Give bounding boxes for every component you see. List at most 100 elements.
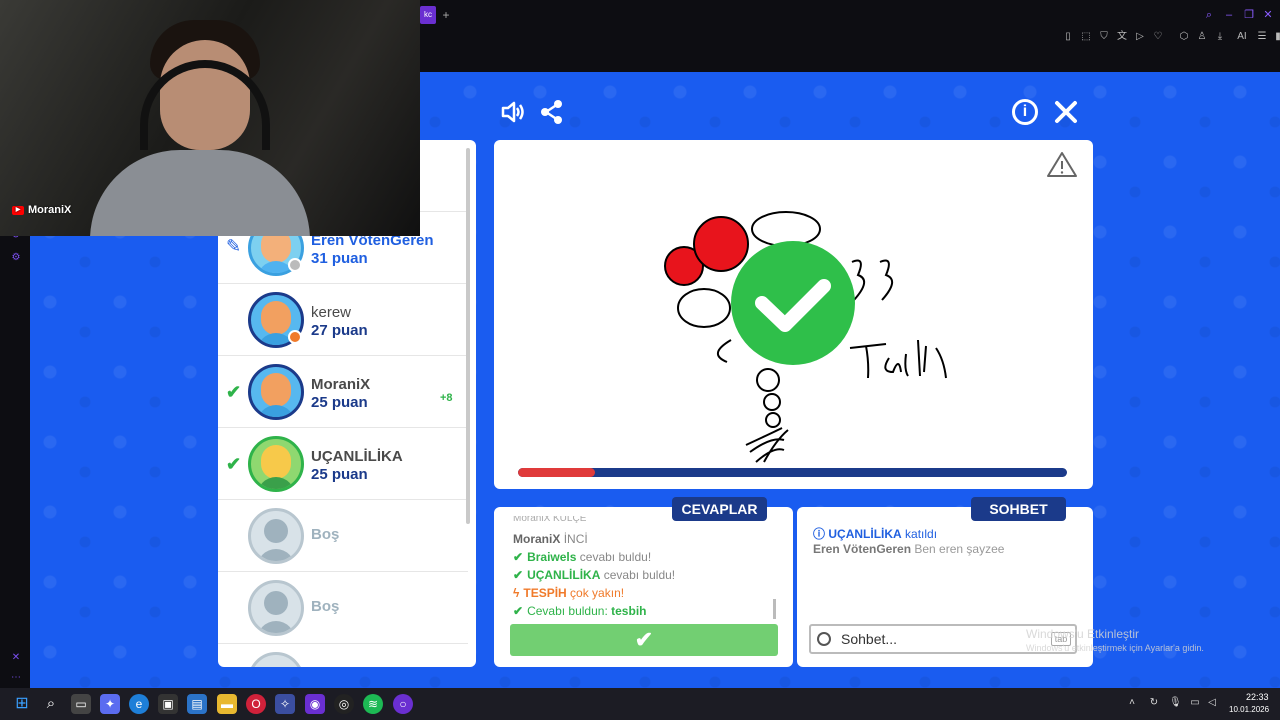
lightning-icon: ϟ [513, 586, 520, 600]
message-text: katıldı [905, 527, 938, 541]
search-icon[interactable]: ⌕ [41, 694, 61, 714]
answer-message-partial: MoraniX KÜLÇE [513, 516, 587, 524]
info-small-icon: ⓘ [813, 527, 826, 541]
share-icon[interactable] [538, 98, 566, 126]
checkmark-icon: ✔ [226, 382, 242, 402]
clock-date: 10.01.2026 [1229, 705, 1270, 714]
message-text: çok yakın! [570, 586, 625, 600]
empty-avatar [248, 508, 304, 564]
answer-message: ✔ UÇANLİLİKA cevabı buldu! [513, 568, 675, 582]
ai-icon[interactable]: AI [1232, 31, 1252, 43]
pencil-icon: ✎ [226, 236, 242, 256]
tab-chat[interactable]: SOHBET [971, 497, 1066, 521]
answer-message: ✔ Cevabı buldun: tesbih [513, 604, 646, 618]
message-text: Cevabı buldun: [527, 604, 608, 618]
network-icon[interactable]: ▭ [1189, 697, 1201, 709]
minimize-icon[interactable]: – [1222, 8, 1236, 22]
status-dot [288, 258, 302, 272]
answer-message: MoraniX İNCİ [513, 532, 588, 546]
microphone-icon[interactable]: 🎙 [1169, 697, 1182, 709]
answer-message: ✔ Braiwels cevabı buldu! [513, 550, 651, 564]
tray-chevron-icon[interactable]: ˄ [1126, 697, 1138, 709]
tab-answers[interactable]: CEVAPLAR [672, 497, 767, 521]
new-tab-button[interactable]: + [440, 6, 452, 24]
player-row[interactable]: ✔ UÇANLİLİKA 25 puan [218, 428, 468, 500]
activation-watermark-title: Windows'u Etkinleştir [1026, 627, 1139, 641]
drawing-canvas[interactable] [494, 140, 1093, 489]
channel-name: MoraniX [28, 204, 72, 216]
spotify-icon[interactable]: ≋ [363, 694, 383, 714]
app-icon[interactable]: ▤ [187, 694, 207, 714]
player-row-partial [218, 644, 468, 667]
shield-icon[interactable]: ⛉ [1098, 31, 1110, 43]
opera-gx-icon[interactable]: O [246, 694, 266, 714]
info-icon[interactable]: i [1012, 99, 1038, 125]
player-row[interactable]: kerew 27 puan [218, 284, 468, 356]
app-icon-3[interactable]: ○ [393, 694, 413, 714]
sidebar-toggle-icon[interactable]: ▮ [1272, 31, 1280, 43]
settings-gear-icon[interactable]: ⚙ [10, 252, 22, 264]
player-name: MoraniX [311, 376, 371, 393]
answers-scrollbar[interactable] [773, 599, 776, 619]
drawing-strokes [664, 152, 1077, 463]
play-icon[interactable]: ▷ [1134, 31, 1146, 43]
file-explorer-icon[interactable]: ▬ [217, 694, 237, 714]
task-view-icon[interactable]: ▭ [71, 694, 91, 714]
message-sender: MoraniX [513, 532, 561, 546]
screenshot-icon[interactable]: ⬚ [1080, 31, 1092, 43]
close-game-icon[interactable] [1052, 98, 1080, 126]
timer-progress-bar [518, 468, 1067, 477]
extensions-icon[interactable]: ⬡ [1178, 31, 1190, 43]
message-sender: Braiwels [527, 550, 577, 564]
chat-bubble-icon [817, 632, 831, 646]
account-icon[interactable]: ♙ [1196, 31, 1208, 43]
answer-message: ϟ TESPİH çok yakın! [513, 586, 624, 600]
player-row-empty: Boş [218, 572, 468, 644]
report-warning-icon[interactable] [1048, 150, 1076, 178]
player-row[interactable]: ✔ MoraniX 25 puan +8 [218, 356, 468, 428]
checkmark-icon: ✔ [513, 604, 524, 618]
discord-icon[interactable]: ◉ [305, 694, 325, 714]
player-row-empty: Boş [218, 500, 468, 572]
empty-avatar [248, 652, 304, 667]
message-text: cevabı buldu! [579, 550, 652, 564]
translate-icon[interactable]: 文 [1116, 31, 1128, 43]
volume-icon[interactable]: ◁ [1206, 697, 1218, 709]
player-list-scrollbar[interactable] [466, 148, 470, 524]
browser-tab[interactable]: kc [420, 6, 436, 24]
webcam-channel-label: ▶ MoraniX [12, 204, 71, 216]
close-window-icon[interactable]: ✕ [1261, 8, 1275, 22]
player-score: 25 puan [311, 394, 368, 411]
youtube-icon: ▶ [12, 205, 24, 215]
download-icon[interactable]: ⤓ [1214, 31, 1226, 43]
bookmark-icon[interactable]: ▯ [1062, 31, 1074, 43]
activation-watermark-subtitle: Windows'u etkinleştirmek için Ayarlar'a … [1026, 643, 1204, 653]
heart-icon[interactable]: ♡ [1152, 31, 1164, 43]
gx-icon[interactable]: ✕ [10, 652, 22, 664]
obs-icon[interactable]: ◎ [334, 694, 354, 714]
copilot-icon[interactable]: ✦ [100, 694, 120, 714]
player-name: kerew [311, 304, 352, 321]
tray-sync-icon[interactable]: ↻ [1148, 697, 1160, 709]
player-score: 27 puan [311, 322, 368, 339]
checkmark-icon: ✔ [226, 454, 242, 474]
avatar [248, 364, 304, 420]
answer-input-solved[interactable]: ✔ [510, 624, 778, 656]
message-sender: Eren VötenGeren [813, 542, 912, 556]
maximize-icon[interactable]: ❐ [1242, 8, 1256, 22]
message-sender: UÇANLİLİKA [828, 527, 902, 541]
sound-icon[interactable] [498, 98, 526, 126]
checkmark-icon: ✔ [513, 568, 524, 582]
more-icon[interactable]: ⋯ [10, 672, 22, 684]
message-sender: UÇANLİLİKA [527, 568, 601, 582]
avatar [248, 436, 304, 492]
search-icon[interactable]: ⌕ [1202, 8, 1216, 22]
empty-slot-label: Boş [311, 526, 340, 543]
app-icon-2[interactable]: ✧ [275, 694, 295, 714]
windows-start-icon[interactable]: ⊞ [12, 694, 32, 714]
edge-icon[interactable]: e [129, 694, 149, 714]
store-icon[interactable]: ▣ [158, 694, 178, 714]
webcam-overlay [0, 0, 420, 236]
chat-message: Eren VötenGeren Ben eren şayzee [813, 542, 1004, 556]
menu-icon[interactable]: ☰ [1256, 31, 1268, 43]
